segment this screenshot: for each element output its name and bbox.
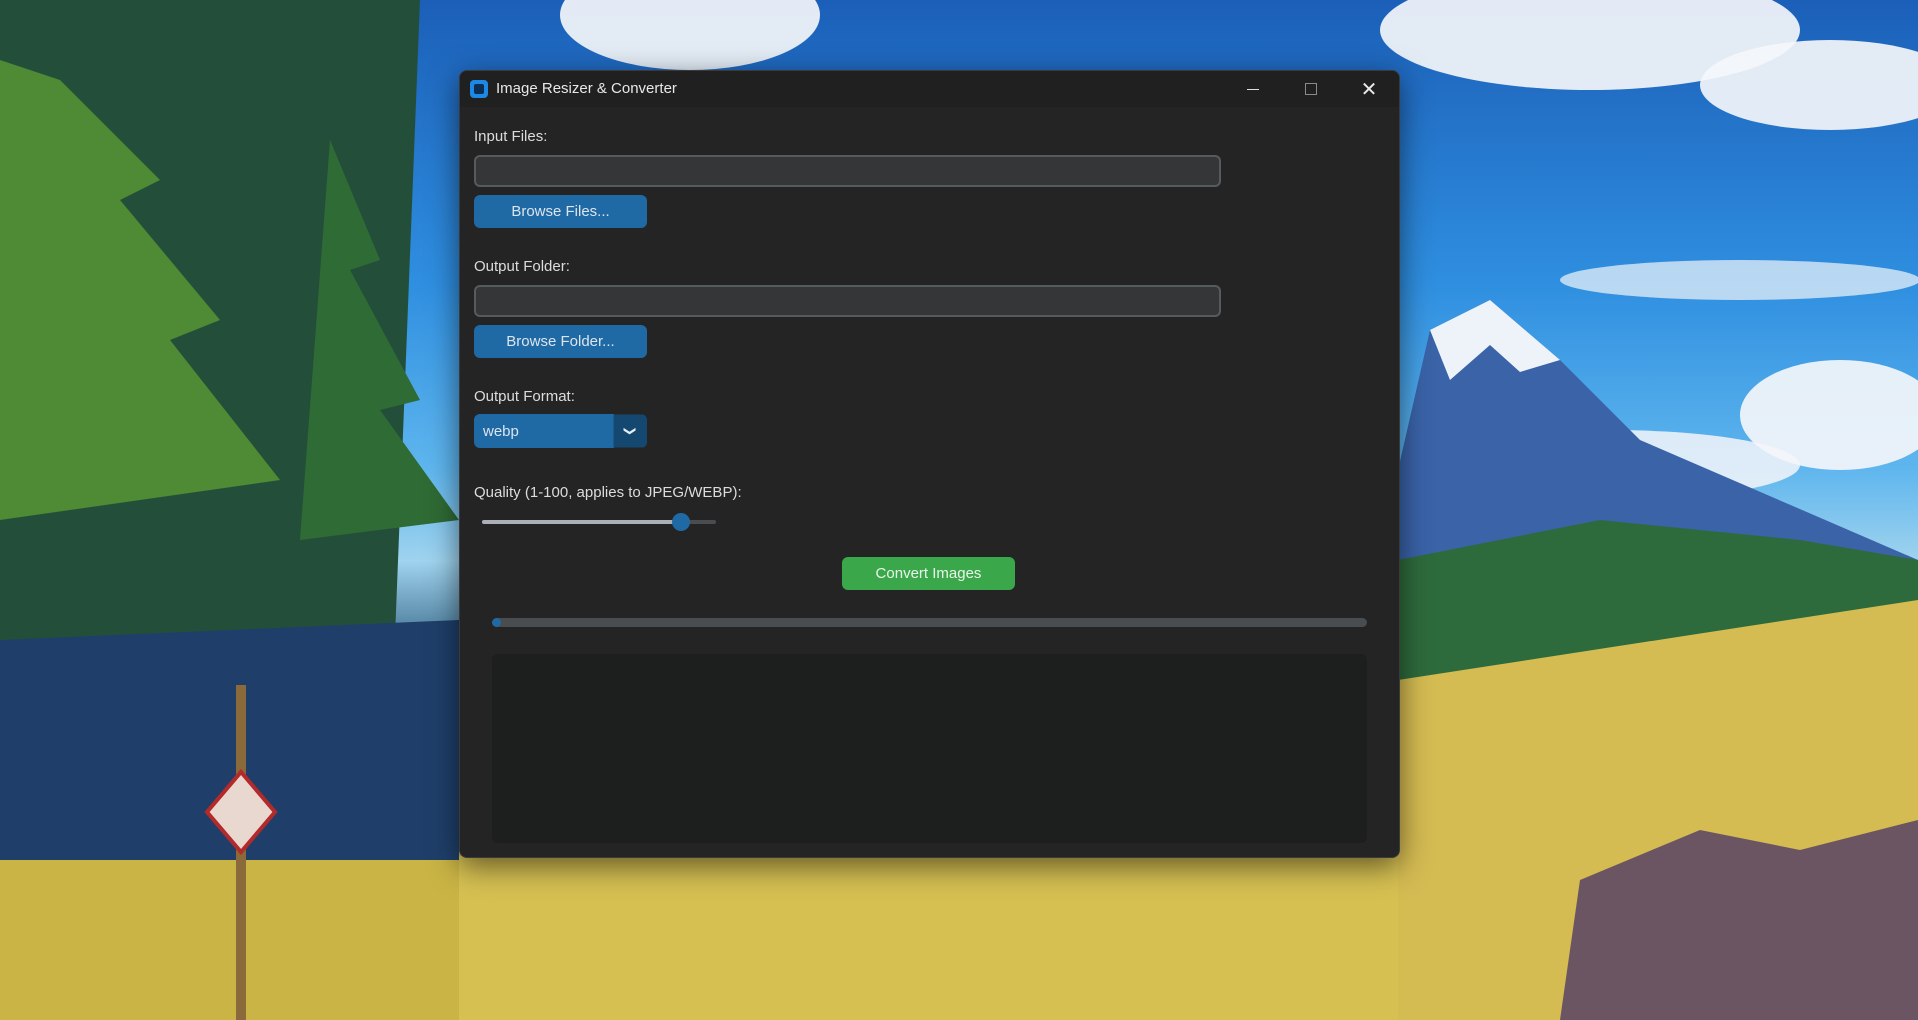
output-format-value: webp: [474, 414, 614, 448]
output-format-label: Output Format:: [474, 388, 575, 405]
input-files-field[interactable]: [474, 155, 1221, 187]
app-logo-icon: [470, 80, 488, 98]
maximize-icon: [1305, 83, 1317, 95]
close-button[interactable]: ✕: [1340, 71, 1398, 107]
output-format-dropdown[interactable]: webp ❯: [474, 414, 647, 448]
log-output-area[interactable]: [492, 654, 1367, 843]
input-files-label: Input Files:: [474, 128, 548, 145]
chevron-down-icon[interactable]: ❯: [613, 414, 647, 448]
output-folder-label: Output Folder:: [474, 258, 570, 275]
minimize-button[interactable]: [1224, 71, 1282, 107]
maximize-button[interactable]: [1282, 71, 1340, 107]
output-folder-field[interactable]: [474, 285, 1221, 317]
quality-slider-fill: [482, 520, 681, 524]
progress-bar-fill: [492, 618, 501, 627]
app-window: Image Resizer & Converter ✕ Input Files:…: [459, 70, 1400, 858]
quality-label: Quality (1-100, applies to JPEG/WEBP):: [474, 484, 742, 501]
quality-slider-handle[interactable]: [671, 513, 690, 531]
minimize-icon: [1247, 88, 1259, 90]
window-title: Image Resizer & Converter: [496, 80, 677, 97]
quality-slider[interactable]: [482, 513, 716, 531]
browse-files-button[interactable]: Browse Files...: [474, 195, 647, 228]
convert-images-button[interactable]: Convert Images: [842, 557, 1015, 590]
browse-folder-button[interactable]: Browse Folder...: [474, 325, 647, 358]
close-icon: ✕: [1360, 77, 1378, 101]
progress-bar: [492, 618, 1367, 627]
title-bar[interactable]: Image Resizer & Converter ✕: [460, 71, 1399, 107]
